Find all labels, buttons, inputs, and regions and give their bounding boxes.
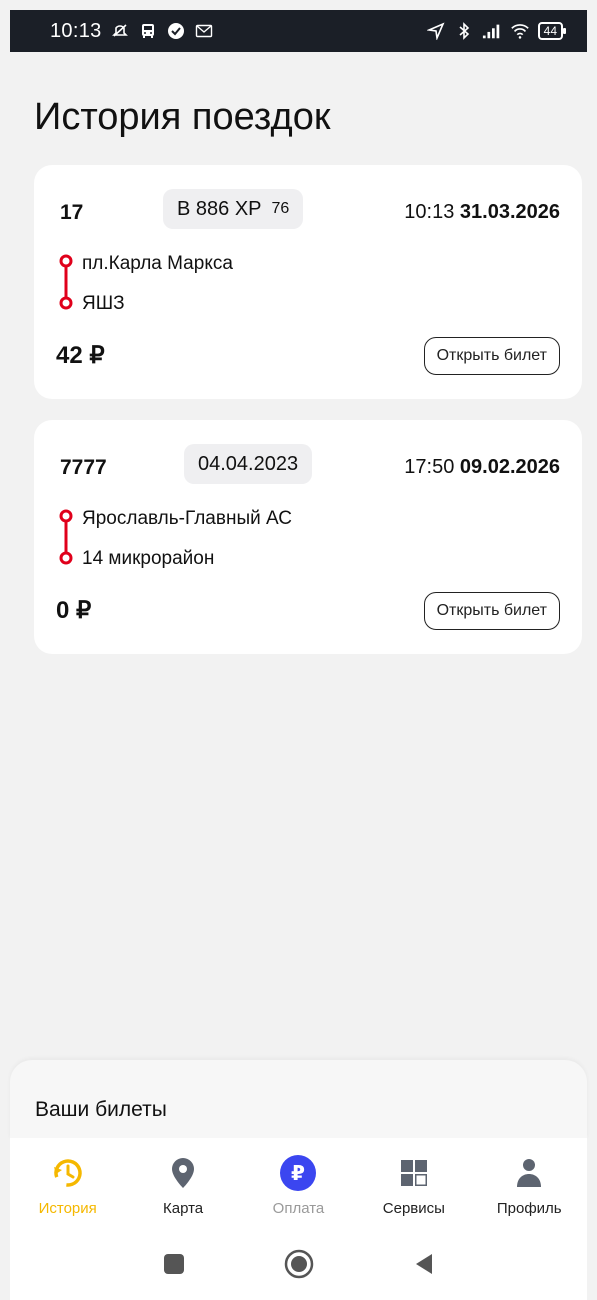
alarm-off-icon <box>110 21 130 41</box>
wifi-icon <box>510 21 530 41</box>
route-number: 17 <box>60 201 84 224</box>
route-line-icon <box>59 509 73 565</box>
signal-icon <box>482 21 502 41</box>
trip-time: 17:50 <box>404 456 455 478</box>
status-right: 44 <box>426 21 567 41</box>
svg-text:₽: ₽ <box>292 1161 306 1185</box>
nav-label: Сервисы <box>382 1200 445 1217</box>
mail-icon <box>194 21 214 41</box>
nav-label: Профиль <box>496 1200 562 1217</box>
home-icon[interactable] <box>284 1249 314 1279</box>
stop-from: пл.Карла Маркса <box>82 253 233 274</box>
plate-number: 04.04.2023 <box>198 452 299 475</box>
nav-item-profile[interactable]: Профиль <box>474 1138 584 1228</box>
recent-apps-icon[interactable] <box>159 1249 189 1279</box>
vehicle-plate: 04.04.2023 <box>184 444 313 484</box>
trip-card[interactable]: 7777 04.04.2023 17:50 09.02.2026 Ярослав… <box>34 420 582 654</box>
nav-label: Оплата <box>272 1200 325 1217</box>
nav-item-map[interactable]: Карта <box>128 1138 238 1228</box>
history-icon <box>49 1154 87 1192</box>
ruble-icon: ₽ <box>279 1154 317 1192</box>
trip-card[interactable]: 17 В 886 ХР 76 10:13 31.03.2026 пл.Карла… <box>34 165 582 399</box>
nav-label: Карта <box>163 1200 204 1217</box>
map-pin-icon <box>164 1154 202 1192</box>
trip-price: 42 ₽ <box>56 342 105 369</box>
route-number: 7777 <box>60 456 107 479</box>
nav-label: История <box>38 1200 97 1217</box>
tickets-sheet-title: Ваши билеты <box>35 1098 167 1121</box>
status-time: 10:13 <box>50 19 102 42</box>
battery-indicator: 44 <box>537 22 567 40</box>
open-ticket-button[interactable]: Открыть билет <box>423 337 560 375</box>
bottom-nav: История Карта ₽ Оплата Сервисы Профиль <box>10 1138 587 1228</box>
tickets-sheet[interactable]: Ваши билеты <box>10 1060 587 1140</box>
open-ticket-button[interactable]: Открыть билет <box>423 592 560 630</box>
nav-item-history[interactable]: История <box>13 1138 123 1228</box>
stop-from: Ярославль-Главный АС <box>82 508 292 529</box>
stop-to: ЯШЗ <box>82 293 125 314</box>
vehicle-plate: В 886 ХР 76 <box>163 189 304 229</box>
grid-icon <box>395 1154 433 1192</box>
trip-time: 10:13 <box>404 201 455 223</box>
trip-datetime: 17:50 09.02.2026 <box>404 456 560 479</box>
profile-icon <box>510 1154 548 1192</box>
check-circle-icon <box>166 21 186 41</box>
location-arrow-icon <box>426 21 446 41</box>
trip-price: 0 ₽ <box>56 597 92 624</box>
status-left: 10:13 <box>50 20 214 43</box>
nav-item-services[interactable]: Сервисы <box>359 1138 469 1228</box>
trip-date: 31.03.2026 <box>459 201 560 223</box>
bus-icon <box>138 21 158 41</box>
plate-number: В 886 ХР <box>177 197 262 220</box>
trip-date: 09.02.2026 <box>459 456 560 478</box>
status-bar: 10:13 44 <box>10 10 587 52</box>
stop-to: 14 микрорайон <box>82 548 215 569</box>
route-line-icon <box>59 254 73 310</box>
nav-item-payment[interactable]: ₽ Оплата <box>243 1138 353 1228</box>
plate-region: 76 <box>271 200 290 217</box>
page-title: История поездок <box>34 96 331 138</box>
trip-datetime: 10:13 31.03.2026 <box>404 201 560 224</box>
bluetooth-icon <box>454 21 474 41</box>
system-nav-bar <box>10 1228 587 1300</box>
back-icon[interactable] <box>409 1249 439 1279</box>
